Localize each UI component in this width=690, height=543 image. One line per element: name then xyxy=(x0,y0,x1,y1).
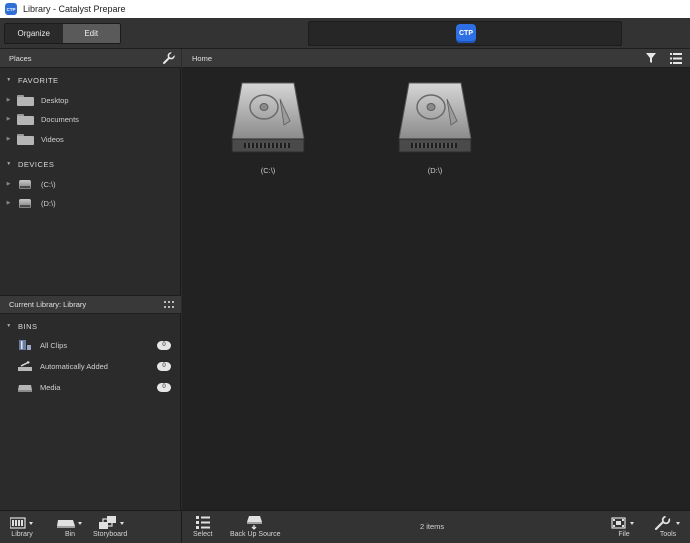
places-header: Places xyxy=(0,49,181,68)
drive-label: (C:\) xyxy=(260,166,276,175)
tools-menu-button[interactable]: Tools xyxy=(654,514,682,538)
bottom-toolbar: Library Bin Storyboard Select Back Up So… xyxy=(0,510,690,543)
folder-icon xyxy=(17,94,34,106)
select-button-label: Select xyxy=(193,531,213,538)
auto-add-icon xyxy=(18,361,32,371)
file-menu-button[interactable]: File xyxy=(611,514,637,538)
center-status-bar: CTP xyxy=(308,21,622,46)
sidebar-item-label: Documents xyxy=(41,114,79,124)
tools-button-label: Tools xyxy=(659,531,677,538)
breadcrumb-home[interactable]: Home xyxy=(192,54,212,63)
title-bar: CTP Library - Catalyst Prepare xyxy=(0,0,690,18)
list-view-icon[interactable] xyxy=(670,53,682,64)
collapse-arrow-icon: ▼ xyxy=(6,161,12,167)
places-title: Places xyxy=(9,53,32,63)
bin-item-automatically-added[interactable]: Automatically Added 0 xyxy=(0,358,181,374)
count-badge: 0 xyxy=(157,382,171,392)
film-icon xyxy=(611,514,637,531)
main-content: Home (C:\) (D:\) xyxy=(182,49,690,510)
sidebar-item-documents[interactable]: ▶ Documents xyxy=(0,111,181,127)
sidebar-item-drive-d[interactable]: ▶ (D:\) xyxy=(0,195,181,211)
sidebar-item-label: Videos xyxy=(41,134,64,144)
favorite-title: FAVORITE xyxy=(18,75,59,85)
sidebar-item-videos[interactable]: ▶ Videos xyxy=(0,131,181,147)
sidebar-item-label: (D:\) xyxy=(41,198,56,208)
window-title: Library - Catalyst Prepare xyxy=(23,4,126,14)
sidebar-item-label: Desktop xyxy=(41,95,69,105)
organize-tab[interactable]: Organize xyxy=(5,24,63,43)
mode-switch: Organize Edit xyxy=(4,23,121,44)
folder-icon xyxy=(17,133,34,145)
clips-icon xyxy=(19,340,31,350)
hard-drive-icon xyxy=(398,82,472,153)
folder-icon xyxy=(17,113,34,125)
storyboard-button[interactable]: Storyboard xyxy=(93,514,127,538)
left-panel: Places ▼ FAVORITE ▶ Desktop ▶ Documents … xyxy=(0,49,181,510)
select-button[interactable]: Select xyxy=(193,514,212,538)
library-button-label: Library xyxy=(11,531,33,538)
drive-tile-c[interactable]: (C:\) xyxy=(223,79,313,179)
breadcrumb: Home xyxy=(182,49,690,68)
bin-label: Media xyxy=(40,382,61,392)
grid-dots-icon[interactable] xyxy=(164,301,175,309)
expand-arrow-icon[interactable]: ▶ xyxy=(0,181,15,187)
bin-icon xyxy=(57,514,83,531)
app-icon: CTP xyxy=(5,3,17,15)
tools-wrench-icon xyxy=(654,514,682,531)
drive-icon xyxy=(19,198,31,208)
select-icon xyxy=(195,514,210,531)
bin-label: Automatically Added xyxy=(40,361,108,371)
expand-arrow-icon[interactable]: ▶ xyxy=(0,136,15,142)
drive-label: (D:\) xyxy=(427,166,443,175)
backup-button-label: Back Up Source xyxy=(230,531,281,538)
backup-icon xyxy=(247,514,263,531)
file-button-label: File xyxy=(618,531,630,538)
storyboard-icon xyxy=(95,514,125,531)
collapse-arrow-icon: ▼ xyxy=(6,77,12,83)
wrench-icon[interactable] xyxy=(163,52,175,64)
edit-tab[interactable]: Edit xyxy=(62,24,120,43)
filter-icon[interactable] xyxy=(646,53,656,63)
bin-button[interactable]: Bin xyxy=(57,514,83,538)
hard-drive-icon xyxy=(231,82,305,153)
library-title: Current Library: Library xyxy=(9,300,87,309)
media-icon xyxy=(18,385,32,392)
library-icon xyxy=(10,514,34,531)
library-button[interactable]: Library xyxy=(10,514,34,538)
item-count-status: 2 items xyxy=(420,522,445,531)
count-badge: 0 xyxy=(157,340,171,350)
expand-arrow-icon[interactable]: ▶ xyxy=(0,116,15,122)
sidebar-item-drive-c[interactable]: ▶ (C:\) xyxy=(0,176,181,192)
collapse-arrow-icon: ▼ xyxy=(6,323,12,329)
devices-section[interactable]: ▼ DEVICES xyxy=(0,157,54,171)
bin-item-media[interactable]: Media 0 xyxy=(0,379,181,395)
bin-button-label: Bin xyxy=(64,531,76,538)
bins-section[interactable]: ▼ BINS xyxy=(0,319,38,333)
divider xyxy=(181,511,182,543)
favorite-section[interactable]: ▼ FAVORITE xyxy=(0,73,59,87)
ctp-logo-icon[interactable]: CTP xyxy=(456,24,476,43)
bins-title: BINS xyxy=(18,321,38,331)
top-toolbar: Organize Edit CTP xyxy=(0,18,690,49)
back-up-source-button[interactable]: Back Up Source xyxy=(230,514,281,538)
expand-arrow-icon[interactable]: ▶ xyxy=(0,200,15,206)
bin-label: All Clips xyxy=(40,340,68,350)
sidebar-item-desktop[interactable]: ▶ Desktop xyxy=(0,92,181,108)
sidebar-item-label: (C:\) xyxy=(41,179,56,189)
count-badge: 0 xyxy=(157,361,171,371)
drive-icon xyxy=(19,179,31,189)
library-header: Current Library: Library xyxy=(0,295,181,314)
storyboard-button-label: Storyboard xyxy=(93,531,128,538)
expand-arrow-icon[interactable]: ▶ xyxy=(0,97,15,103)
bin-item-all-clips[interactable]: All Clips 0 xyxy=(0,337,181,353)
devices-title: DEVICES xyxy=(18,159,55,169)
drive-tile-d[interactable]: (D:\) xyxy=(390,79,480,179)
